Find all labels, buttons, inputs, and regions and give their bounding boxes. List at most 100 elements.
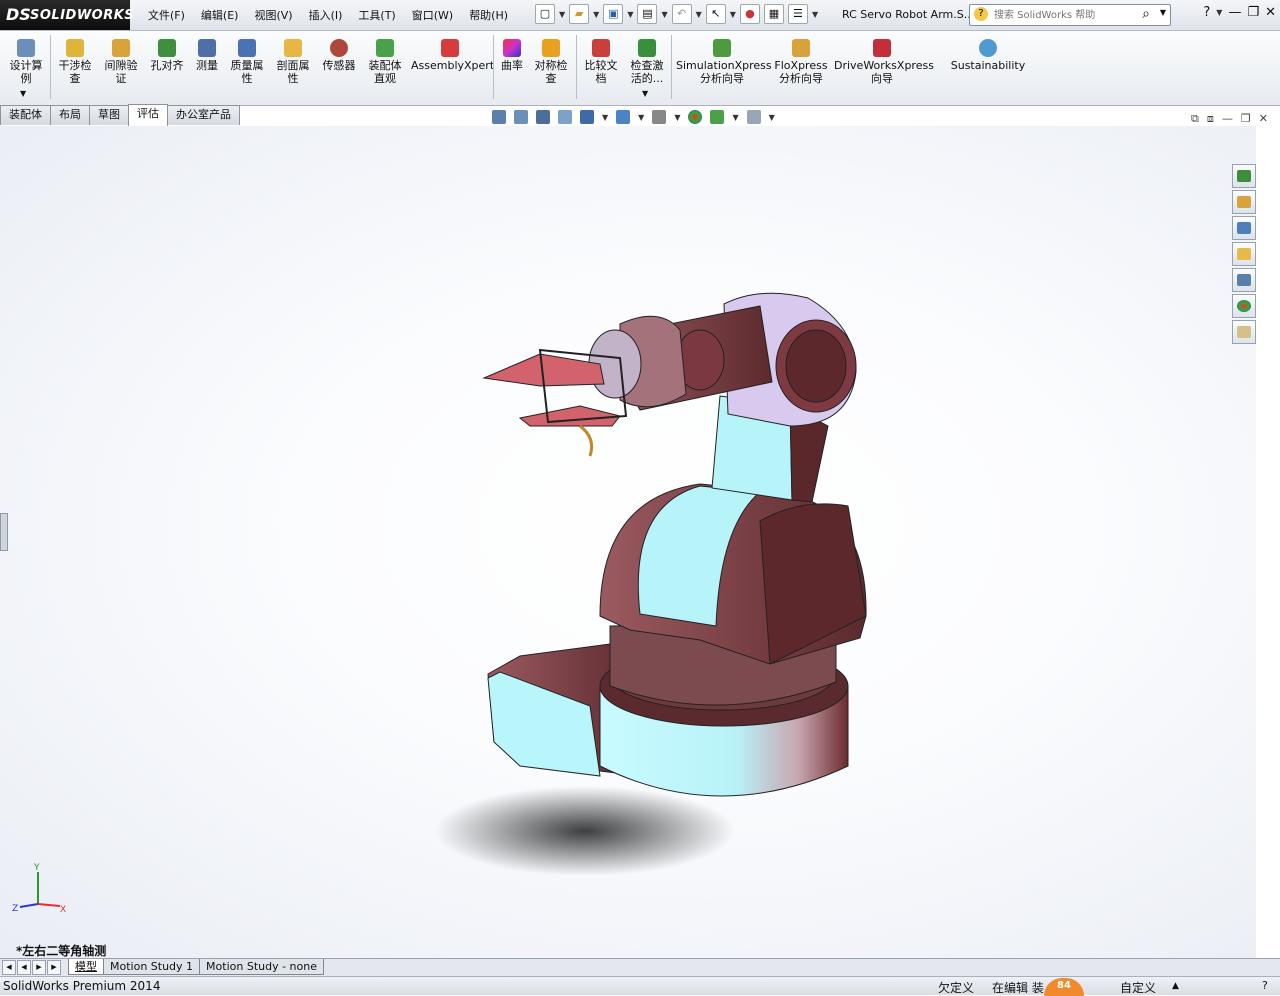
help-button[interactable]: ?: [1203, 5, 1210, 20]
tab-model[interactable]: 模型: [68, 959, 104, 975]
apply-scene-icon[interactable]: [710, 110, 725, 124]
chevron-down-icon[interactable]: ▼: [1216, 8, 1222, 17]
minimize-icon[interactable]: —: [1228, 5, 1241, 20]
tab-assembly[interactable]: 装配体: [0, 105, 51, 125]
menu-insert[interactable]: 插入(I): [301, 7, 351, 23]
display-style-icon[interactable]: [616, 110, 631, 124]
home-tab[interactable]: [1232, 190, 1256, 214]
tab-evaluate[interactable]: 评估: [128, 104, 168, 126]
menu-file[interactable]: 文件(F): [140, 7, 193, 23]
tool-section-properties[interactable]: 剖面属 性: [272, 39, 314, 85]
tool-label: 比较文 档: [584, 59, 618, 85]
expand-arrow[interactable]: ▼: [20, 87, 26, 100]
rebuild-traffic-light-icon[interactable]: ●: [739, 4, 760, 24]
tool-floxpress[interactable]: FloXpress 分析向导: [772, 39, 830, 85]
previous-view-icon[interactable]: [536, 110, 550, 124]
undo-icon[interactable]: ↶: [671, 4, 692, 24]
minimize-icon[interactable]: —: [1222, 112, 1233, 126]
last-tab-icon[interactable]: ▶: [47, 960, 61, 975]
chevron-down-icon[interactable]: ▼: [769, 113, 775, 122]
tool-assembly-visualization[interactable]: 装配体 直观: [364, 39, 406, 85]
chevron-down-icon[interactable]: ▼: [696, 10, 702, 19]
chevron-down-icon[interactable]: ▼: [602, 113, 608, 122]
tool-compare-documents[interactable]: 比较文 档: [580, 39, 622, 85]
file-properties-icon[interactable]: ▦: [763, 4, 784, 24]
units-up-icon[interactable]: ▲: [1172, 981, 1179, 991]
search-icon[interactable]: ⌕: [1142, 6, 1150, 22]
options-icon[interactable]: ☰: [787, 4, 808, 24]
help-search-box[interactable]: ? ⌕ ▼: [969, 4, 1171, 26]
view-palette-tab[interactable]: [1232, 268, 1256, 292]
restore-icon[interactable]: ❐: [1241, 112, 1251, 126]
tab-office-products[interactable]: 办公室产品: [167, 105, 240, 125]
menu-help[interactable]: 帮助(H): [461, 7, 516, 23]
chevron-down-icon[interactable]: ▼: [732, 113, 738, 122]
graphics-area[interactable]: Y Z X *左右二等角轴测: [0, 126, 1256, 958]
tool-check-active[interactable]: 检查激 活的...: [626, 39, 668, 85]
open-folder-icon[interactable]: ▰: [569, 4, 590, 24]
menu-tools[interactable]: 工具(T): [350, 7, 403, 23]
tool-assemblyxpert[interactable]: AssemblyXpert: [411, 39, 494, 72]
tab-motion-study-none[interactable]: Motion Study - none: [199, 959, 324, 975]
tool-curvature[interactable]: 曲率: [498, 39, 526, 72]
tool-driveworksxpress[interactable]: DriveWorksXpress 向导: [834, 39, 934, 85]
tool-symmetry-check[interactable]: 对称检 查: [530, 39, 572, 85]
chevron-down-icon[interactable]: ▼: [674, 113, 680, 122]
zoom-to-area-icon[interactable]: [514, 110, 528, 124]
tool-sensor[interactable]: 传感器: [318, 39, 360, 72]
chevron-down-icon[interactable]: ▼: [638, 113, 644, 122]
select-pointer-icon[interactable]: ↖: [705, 4, 726, 24]
close-icon[interactable]: ✕: [1259, 112, 1268, 126]
chevron-down-icon[interactable]: ▼: [559, 10, 565, 19]
view-orientation-icon[interactable]: [580, 110, 594, 124]
appearances-tab[interactable]: [1232, 294, 1256, 318]
view-settings-icon[interactable]: [746, 110, 761, 124]
zoom-to-fit-icon[interactable]: [492, 110, 506, 124]
first-tab-icon[interactable]: ◀: [2, 960, 16, 975]
restore-icon[interactable]: ❐: [1247, 5, 1259, 20]
search-input[interactable]: [992, 6, 1136, 24]
design-library-tab[interactable]: [1232, 216, 1256, 240]
edit-appearance-icon[interactable]: [688, 110, 703, 124]
tab-layout[interactable]: 布局: [50, 105, 90, 125]
menu-view[interactable]: 视图(V): [246, 7, 300, 23]
help-icon[interactable]: ?: [1262, 979, 1268, 992]
split-view-alt-icon[interactable]: ⧈: [1207, 112, 1214, 126]
save-icon[interactable]: ▣: [603, 4, 624, 24]
file-explorer-tab[interactable]: [1232, 242, 1256, 266]
print-icon[interactable]: ▤: [637, 4, 658, 24]
tool-clearance-verify[interactable]: 间隙验 证: [100, 39, 142, 85]
close-icon[interactable]: ✕: [1265, 5, 1276, 20]
chevron-down-icon[interactable]: ▼: [627, 10, 633, 19]
tool-mass-properties[interactable]: 质量属 性: [226, 39, 268, 85]
chevron-down-icon[interactable]: ▼: [593, 10, 599, 19]
tab-sketch[interactable]: 草图: [89, 105, 129, 125]
section-view-icon[interactable]: [558, 110, 572, 124]
chevron-down-icon[interactable]: ▼: [730, 10, 736, 19]
tool-hole-alignment[interactable]: 孔对齐: [147, 39, 187, 72]
menu-window[interactable]: 窗口(W): [404, 7, 461, 23]
solidworks-logo[interactable]: DS SOLIDWORKS: [0, 0, 134, 30]
chevron-down-icon[interactable]: ▼: [1160, 8, 1166, 17]
tool-design-study[interactable]: 设计算 例: [6, 39, 46, 85]
viewport-window-controls: ⧉ ⧈ — ❐ ✕: [1191, 112, 1268, 126]
expand-arrow[interactable]: ▼: [642, 87, 648, 100]
tool-interference-check[interactable]: 干涉检 查: [55, 39, 95, 85]
units-status[interactable]: 自定义: [1120, 979, 1156, 996]
prev-tab-icon[interactable]: ◀: [17, 960, 31, 975]
resources-tab[interactable]: [1232, 164, 1256, 188]
tab-motion-study-1[interactable]: Motion Study 1: [103, 959, 201, 975]
panel-expand-handle[interactable]: [0, 513, 8, 551]
next-tab-icon[interactable]: ▶: [32, 960, 46, 975]
tool-sustainability[interactable]: Sustainability: [950, 39, 1026, 72]
menu-edit[interactable]: 编辑(E): [193, 7, 247, 23]
custom-properties-tab[interactable]: [1232, 320, 1256, 344]
tool-measure[interactable]: 测量: [192, 39, 222, 72]
tool-simulationxpress[interactable]: SimulationXpress 分析向导: [676, 39, 772, 85]
robot-arm-model[interactable]: [0, 126, 1256, 958]
chevron-down-icon[interactable]: ▼: [812, 10, 818, 19]
split-view-icon[interactable]: ⧉: [1191, 112, 1199, 126]
new-document-icon[interactable]: ▢: [535, 4, 555, 24]
chevron-down-icon[interactable]: ▼: [661, 10, 667, 19]
hide-show-items-icon[interactable]: [652, 110, 667, 124]
